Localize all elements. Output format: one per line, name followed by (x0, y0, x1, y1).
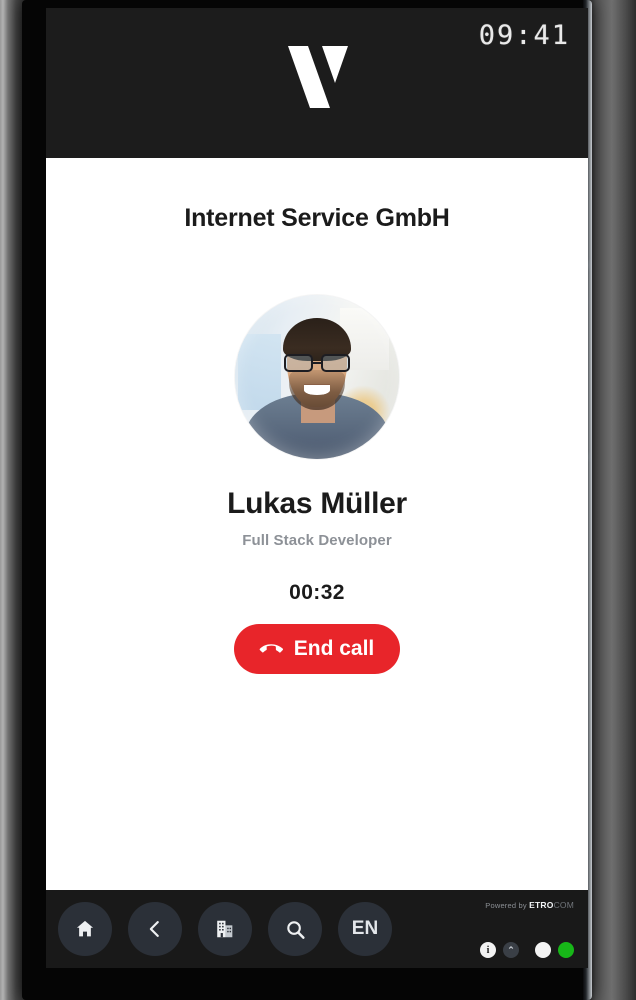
person-role: Full Stack Developer (242, 532, 392, 549)
v-logo-icon (288, 46, 348, 108)
brand-suffix: COM (553, 900, 574, 910)
powered-by-brand: Powered by ETROCOM (485, 900, 574, 910)
nav-home-button[interactable] (58, 902, 112, 956)
home-icon (76, 920, 94, 937)
bottom-nav: EN Powered by ETROCOM i ⌃ (46, 890, 588, 968)
screen: 09:41 Internet Service GmbH Lukas Müller… (46, 8, 588, 968)
tablet-device: 09:41 Internet Service GmbH Lukas Müller… (22, 0, 592, 1000)
avatar (235, 295, 399, 459)
online-status-dot (558, 942, 574, 958)
brand-name: ETRO (529, 900, 554, 910)
call-screen: Internet Service GmbH Lukas Müller Full … (46, 158, 588, 890)
chevron-left-icon (149, 921, 159, 937)
nav-company-button[interactable] (198, 902, 252, 956)
hangup-icon (259, 644, 283, 653)
building-icon (217, 920, 233, 938)
status-header: 09:41 (46, 8, 588, 158)
language-label: EN (351, 918, 379, 939)
brand-logo (46, 42, 588, 114)
person-name: Lukas Müller (227, 487, 407, 520)
call-timer: 00:32 (289, 581, 345, 604)
end-call-label: End call (293, 637, 375, 660)
nav-search-button[interactable] (268, 902, 322, 956)
search-icon (286, 920, 305, 939)
company-name: Internet Service GmbH (184, 204, 450, 232)
nav-back-button[interactable] (128, 902, 182, 956)
nav-language-button[interactable]: EN (338, 902, 392, 956)
idle-status-dot (535, 942, 551, 958)
collapse-indicator[interactable]: ⌃ (503, 942, 519, 958)
end-call-button[interactable]: End call (233, 624, 401, 674)
avatar-vignette (235, 295, 399, 459)
info-indicator[interactable]: i (480, 942, 496, 958)
status-indicators: i ⌃ (480, 942, 574, 958)
brand-prefix: Powered by (485, 901, 530, 910)
